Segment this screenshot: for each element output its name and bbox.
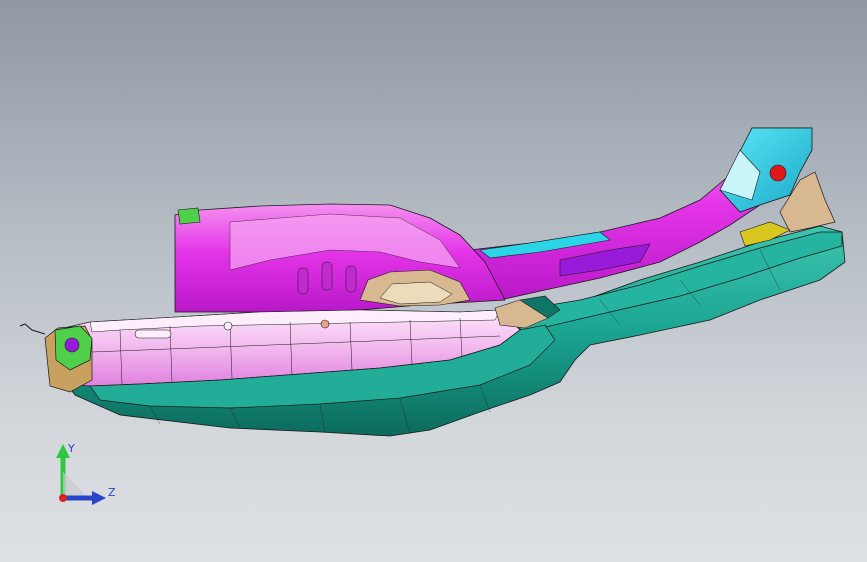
xz-plane-icon (63, 472, 88, 498)
rail-slot (134, 329, 172, 339)
front-wire (19, 323, 46, 335)
front-purple-hole (64, 337, 80, 353)
slot-2 (321, 261, 333, 291)
slot-3 (345, 265, 357, 293)
slot-1 (297, 267, 309, 295)
cad-3d-viewport[interactable]: Y Z (0, 0, 867, 562)
orientation-triad[interactable]: Y Z (50, 440, 120, 510)
red-hole (769, 164, 787, 182)
rail-hole-1 (223, 321, 233, 331)
z-axis-label: Z (108, 486, 116, 499)
rear-floor-assembly-model[interactable] (0, 0, 867, 562)
y-axis-label: Y (67, 442, 75, 455)
green-bracket (177, 207, 201, 225)
z-arrowhead-icon (92, 491, 106, 505)
origin-icon (59, 494, 67, 502)
rail-hole-2 (320, 319, 330, 329)
